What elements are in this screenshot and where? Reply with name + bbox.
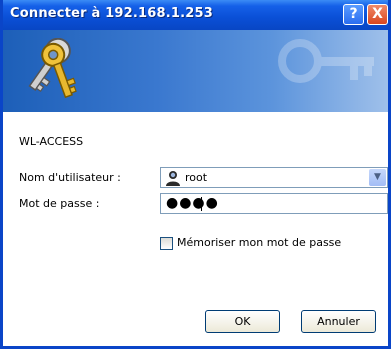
keys-icon bbox=[28, 38, 77, 99]
username-value: root bbox=[185, 171, 208, 184]
username-label: Nom d'utilisateur : bbox=[19, 171, 121, 184]
user-icon bbox=[166, 171, 180, 186]
window-title: Connecter à 192.168.1.253 bbox=[10, 6, 214, 21]
password-label: Mot de passe : bbox=[19, 197, 100, 210]
dialog-body: WL-ACCESS Nom d'utilisateur : root ▼ Mot… bbox=[3, 112, 388, 346]
cancel-button[interactable]: Annuler bbox=[301, 310, 376, 333]
remember-password-checkbox[interactable] bbox=[160, 237, 173, 250]
password-field[interactable]: ●●●● bbox=[160, 193, 388, 214]
keys-watermark-icon bbox=[278, 39, 374, 83]
close-button[interactable]: X bbox=[367, 4, 388, 25]
title-bar[interactable]: Connecter à 192.168.1.253 ? X bbox=[3, 0, 388, 30]
ok-button[interactable]: OK bbox=[205, 310, 280, 333]
login-dialog: Connecter à 192.168.1.253 ? X WL-ACCESS … bbox=[0, 0, 391, 349]
password-masked-value: ●●●● bbox=[166, 195, 219, 211]
help-button[interactable]: ? bbox=[343, 4, 364, 25]
realm-label: WL-ACCESS bbox=[19, 135, 84, 148]
text-caret bbox=[201, 197, 202, 211]
banner bbox=[3, 30, 388, 112]
remember-password-label[interactable]: Mémoriser mon mot de passe bbox=[177, 236, 341, 249]
username-combobox[interactable]: root ▼ bbox=[160, 167, 388, 188]
chevron-down-icon[interactable]: ▼ bbox=[369, 169, 386, 186]
